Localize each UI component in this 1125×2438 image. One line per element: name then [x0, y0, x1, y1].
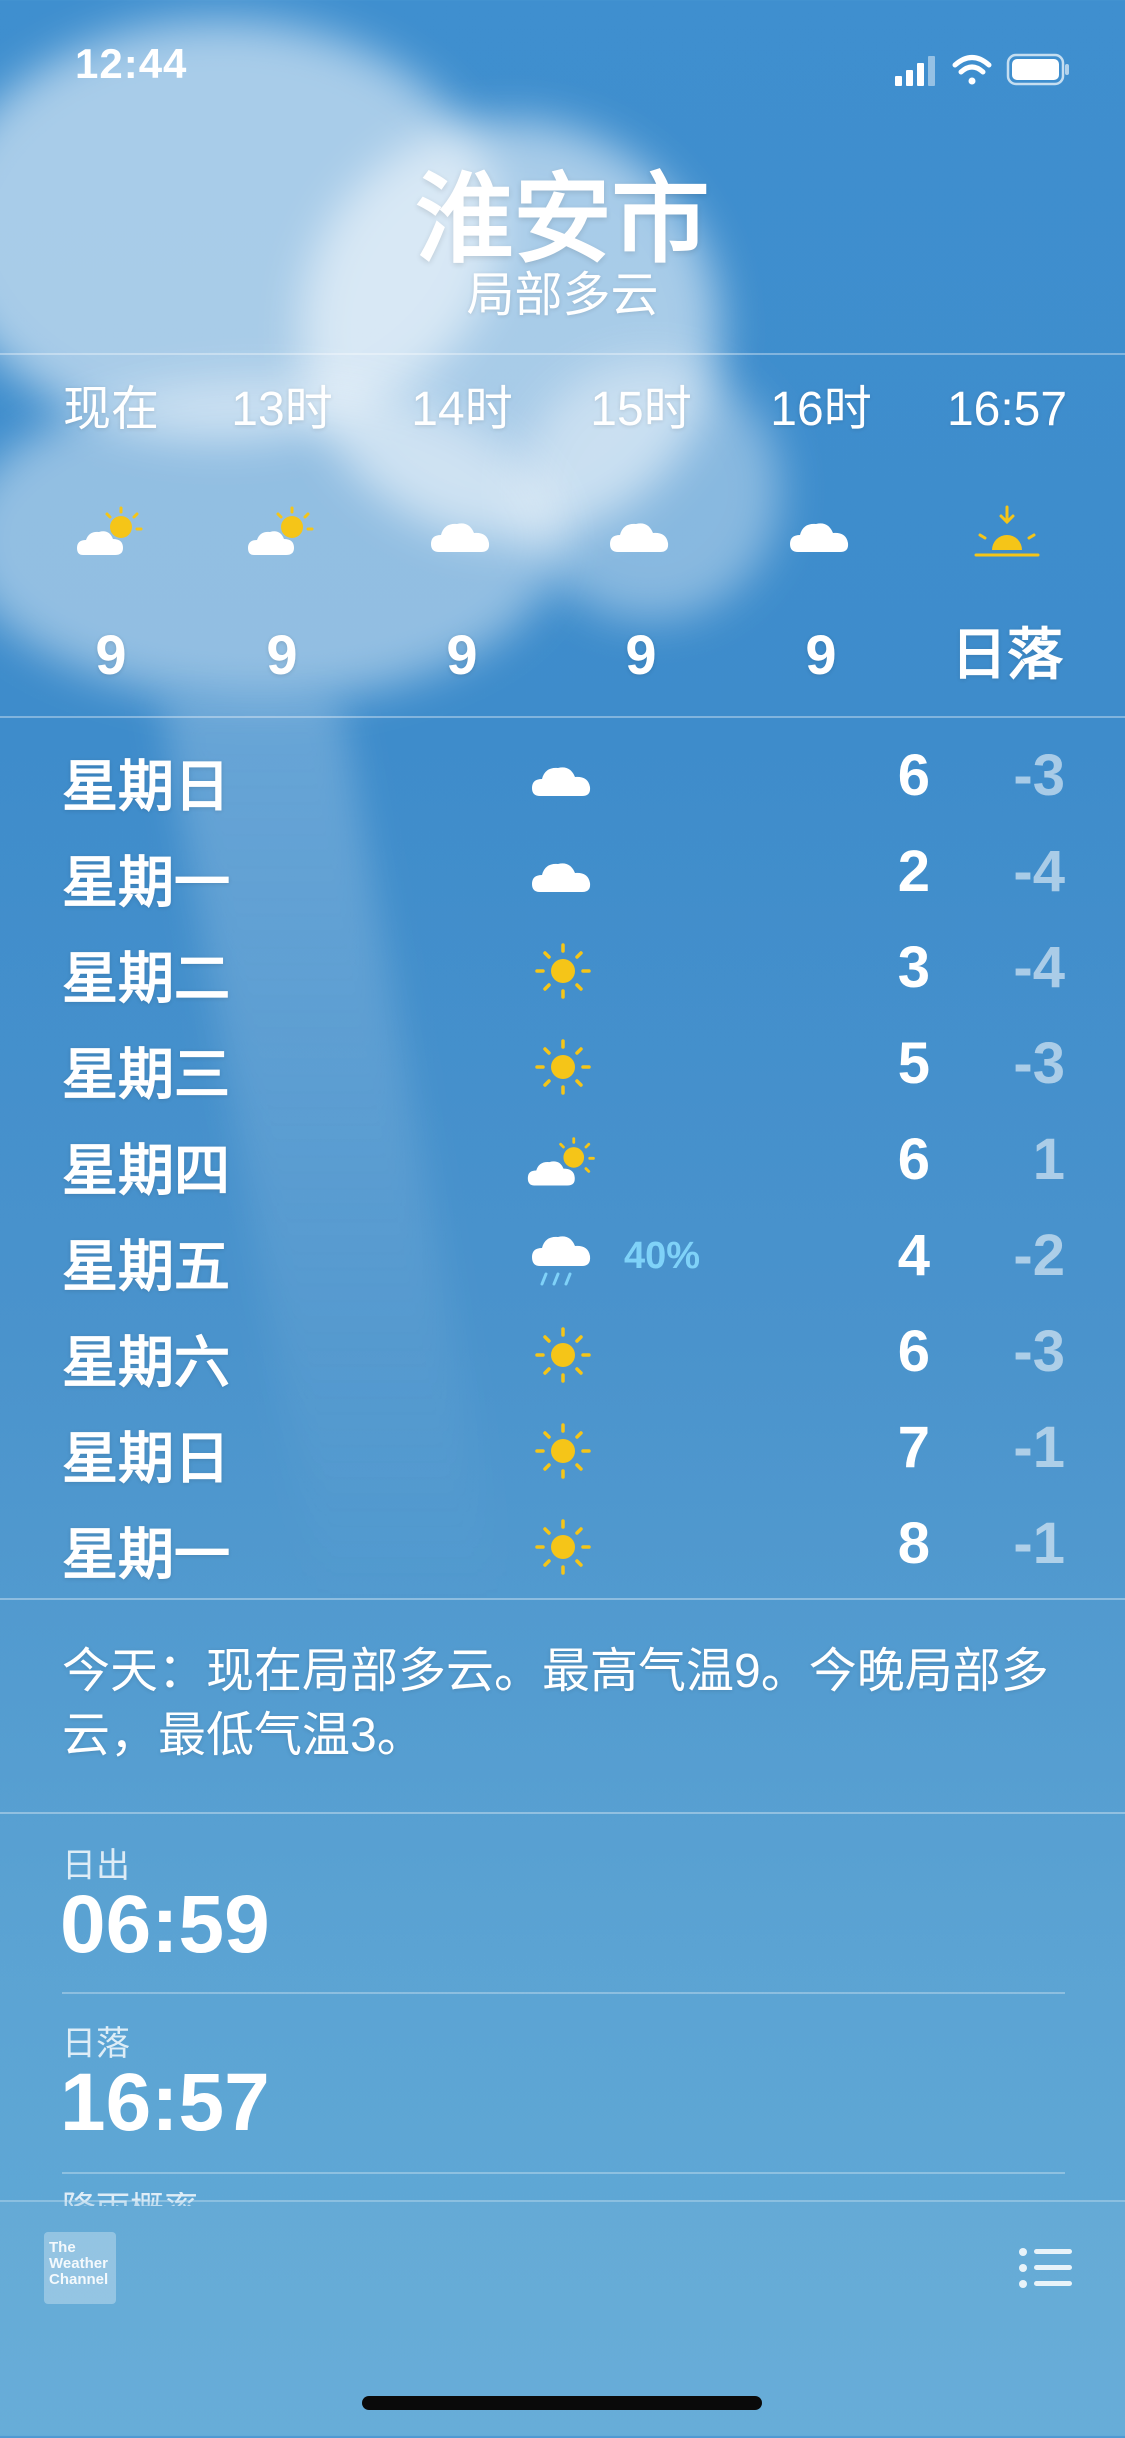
hourly-item: 15时 9 [571, 380, 711, 690]
hour-label: 16:57 [946, 383, 1068, 436]
high-temp: 4 [897, 1223, 930, 1288]
hour-temp: 9 [805, 623, 837, 686]
day-name: 星期日 [62, 1427, 230, 1490]
day-name: 星期四 [62, 1139, 230, 1202]
low-temp: -2 [1013, 1223, 1065, 1288]
low-temp: -4 [1013, 839, 1065, 904]
daily-row: 星期日 6 -3 [0, 730, 1125, 826]
home-indicator[interactable] [362, 2396, 762, 2410]
partly-cloudy-icon [525, 1128, 600, 1198]
cloud-icon [392, 500, 532, 570]
cloud-icon [525, 744, 600, 814]
sun-icon [525, 1032, 600, 1102]
daily-row: 星期五 40% 4 -2 [0, 1210, 1125, 1306]
hour-label: 14时 [411, 383, 513, 436]
divider [62, 2172, 1065, 2174]
partly-sunny-icon [212, 500, 352, 570]
day-name: 星期一 [62, 1523, 230, 1586]
high-temp: 6 [897, 1319, 930, 1384]
low-temp: -3 [1013, 1319, 1065, 1384]
hourly-item: 16时 9 [751, 380, 891, 690]
daily-row: 星期四 6 1 [0, 1114, 1125, 1210]
partly-sunny-icon [41, 500, 181, 570]
high-temp: 8 [897, 1511, 930, 1576]
forecast-summary: 今天：现在局部多云。最高气温9。今晚局部多云，最低气温3。 [62, 1645, 1049, 1762]
weather-channel-logo[interactable]: The Weather Channel [44, 2232, 116, 2304]
hourly-item: 现在 9 [41, 380, 181, 690]
day-name: 星期三 [62, 1043, 230, 1106]
divider [0, 716, 1125, 718]
cellular-signal-icon [895, 56, 935, 86]
sun-icon [525, 1512, 600, 1582]
high-temp: 2 [897, 839, 930, 904]
battery-icon [1006, 53, 1069, 86]
hourly-item: 16:57 日落 [937, 380, 1077, 690]
day-name: 星期六 [62, 1331, 230, 1394]
daily-row: 星期二 3 -4 [0, 922, 1125, 1018]
hour-temp: 9 [446, 623, 478, 686]
logo-text: The Weather Channel [49, 2239, 109, 2288]
sunrise-value: 06:59 [60, 1879, 270, 1970]
day-name: 星期二 [62, 947, 230, 1010]
high-temp: 5 [897, 1031, 930, 1096]
list-icon[interactable] [1018, 2246, 1074, 2290]
sun-icon [525, 1416, 600, 1486]
wifi-icon [952, 55, 992, 85]
low-temp: -3 [1013, 1031, 1065, 1096]
cloud-icon [751, 500, 891, 570]
hour-temp: 9 [625, 623, 657, 686]
day-name: 星期日 [62, 755, 230, 818]
divider [0, 1812, 1125, 1814]
low-temp: 1 [1032, 1127, 1065, 1192]
divider [0, 1598, 1125, 1600]
cloud-icon [525, 840, 600, 910]
hourly-item: 14时 9 [392, 380, 532, 690]
divider [0, 353, 1125, 355]
sun-icon [525, 936, 600, 1006]
low-temp: -1 [1013, 1415, 1065, 1480]
hour-temp: 日落 [951, 623, 1063, 686]
hour-label: 15时 [590, 383, 692, 436]
low-temp: -3 [1013, 743, 1065, 808]
precip-chance: 40% [624, 1235, 701, 1277]
current-condition: 局部多云 [466, 269, 659, 322]
sunset-value: 16:57 [60, 2057, 270, 2148]
daily-row: 星期一 8 -1 [0, 1498, 1125, 1594]
rain-icon [525, 1224, 600, 1294]
status-time: 12:44 [75, 40, 188, 87]
divider [62, 1992, 1065, 1994]
status-icons [895, 53, 1069, 86]
daily-row: 星期一 2 -4 [0, 826, 1125, 922]
hour-label: 16时 [770, 383, 872, 436]
low-temp: -1 [1013, 1511, 1065, 1576]
low-temp: -4 [1013, 935, 1065, 1000]
hour-label: 13时 [231, 383, 333, 436]
high-temp: 6 [897, 743, 930, 808]
sunset-icon [937, 500, 1077, 570]
day-name: 星期一 [62, 851, 230, 914]
high-temp: 3 [897, 935, 930, 1000]
hourly-item: 13时 9 [212, 380, 352, 690]
cloud-icon [571, 500, 711, 570]
hour-label: 现在 [62, 383, 159, 436]
hour-temp: 9 [266, 623, 298, 686]
high-temp: 7 [897, 1415, 930, 1480]
high-temp: 6 [897, 1127, 930, 1192]
daily-row: 星期三 5 -3 [0, 1018, 1125, 1114]
sun-icon [525, 1320, 600, 1390]
day-name: 星期五 [62, 1235, 230, 1298]
daily-row: 星期六 6 -3 [0, 1306, 1125, 1402]
status-bar: 12:44 [0, 40, 1125, 100]
hour-temp: 9 [95, 623, 127, 686]
daily-row: 星期日 7 -1 [0, 1402, 1125, 1498]
